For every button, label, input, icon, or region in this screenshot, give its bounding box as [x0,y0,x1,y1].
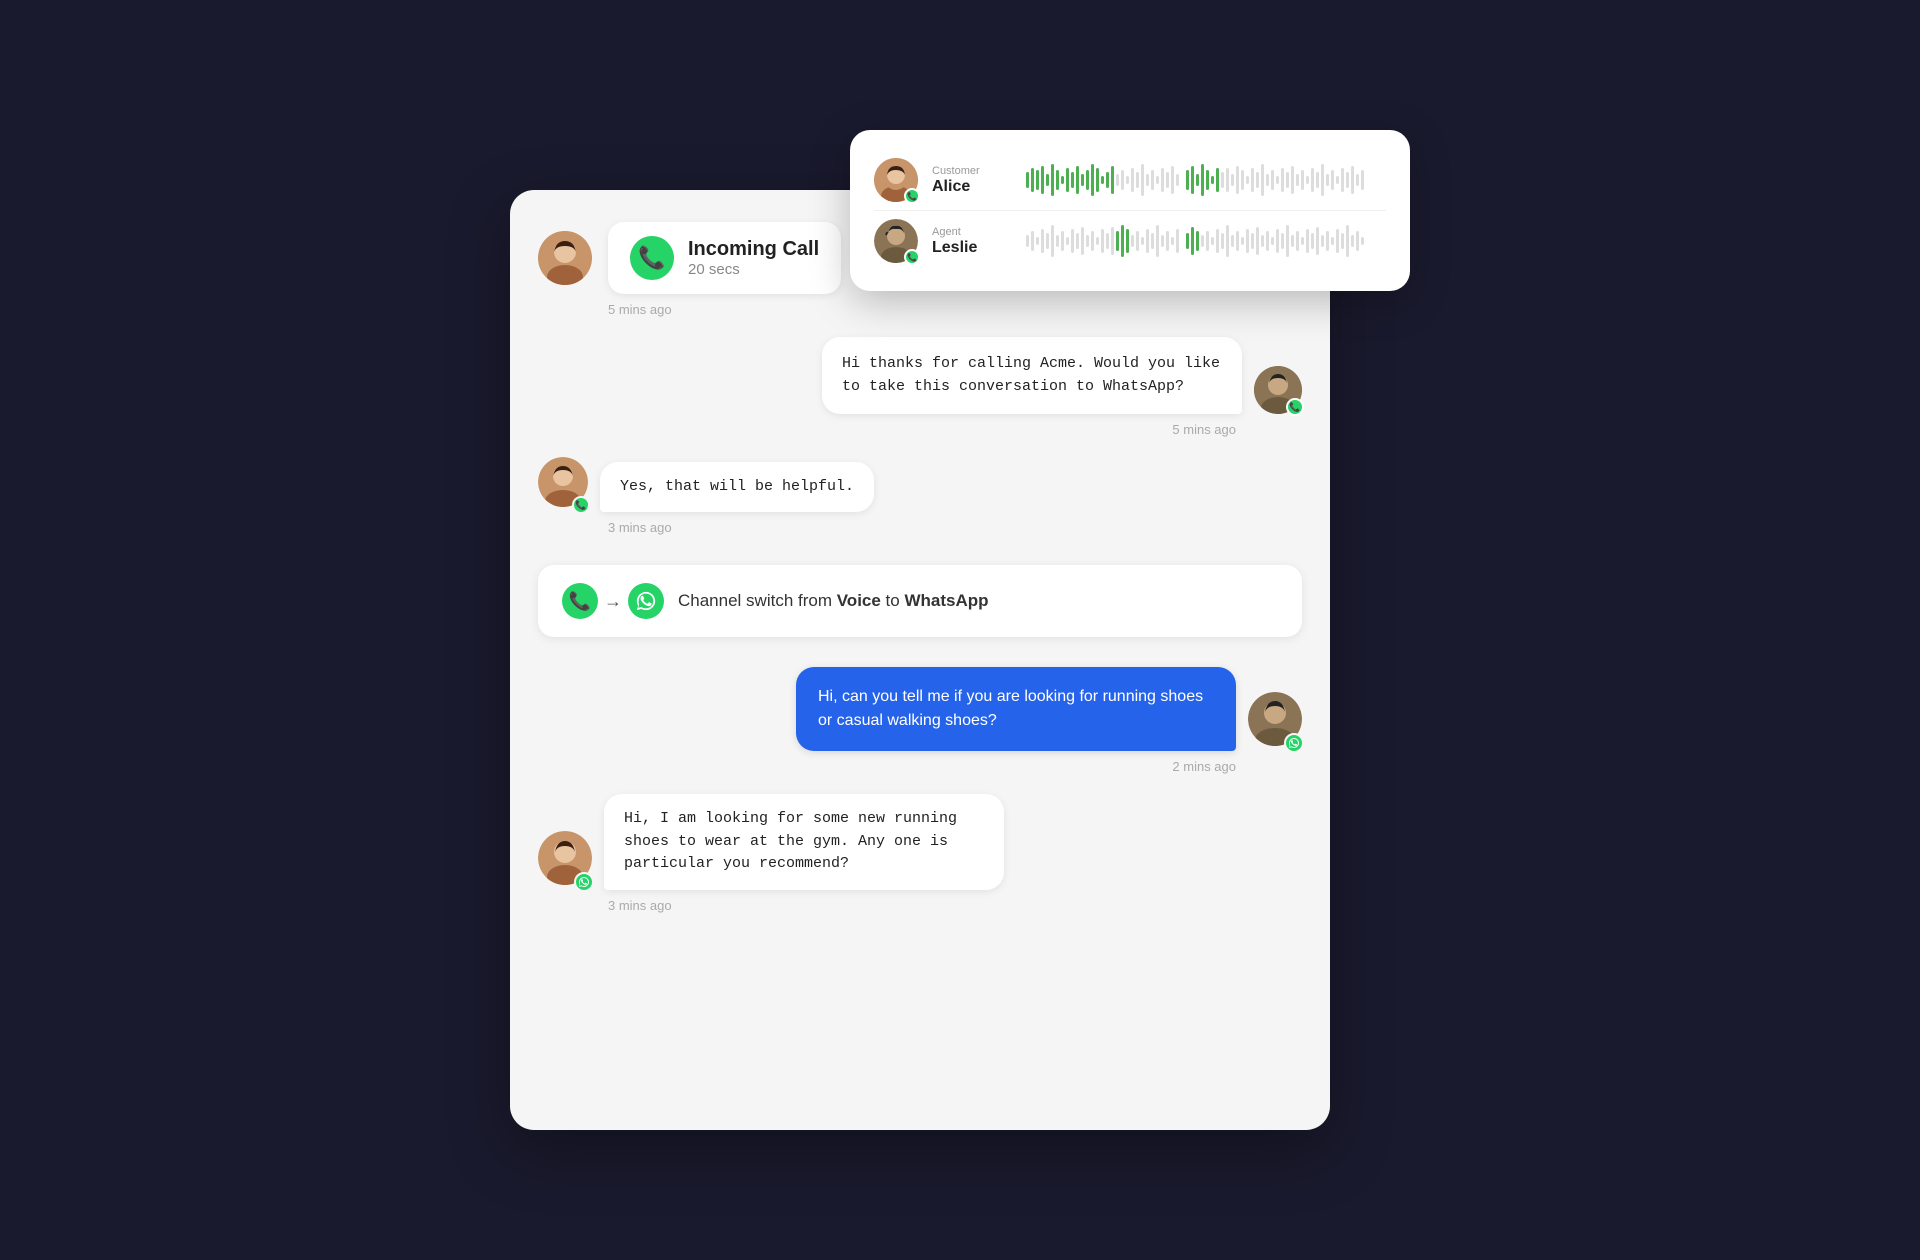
customer-wf-label: Customer [932,165,1012,177]
phone-icon: 📞 [630,236,674,280]
customer-text-2: Hi, I am looking for some new running sh… [624,810,957,872]
customer-timestamp-2: 3 mins ago [608,898,1302,913]
waveform-customer-row: 📞 Customer Alice [874,150,1386,210]
agent-phone-badge: 📞 [904,249,920,265]
agent-text-2: Hi, can you tell me if you are looking f… [818,688,1203,729]
call-title: Incoming Call [688,238,819,261]
call-text: Incoming Call 20 secs [688,238,819,278]
phone-symbol: 📞 [638,245,665,271]
agent-wf-label: Agent [932,226,1012,238]
call-duration: 20 secs [688,261,819,278]
waveform-agent-row: 📞 Agent Leslie [874,210,1386,271]
switch-arrow: → [604,591,622,612]
agent-wf-info: Agent Leslie [932,226,1012,257]
switch-from: Voice [837,591,881,610]
switch-to: WhatsApp [904,591,988,610]
caller-avatar [538,231,592,285]
agent-avatar-1: 📞 [1254,366,1302,414]
agent-bubble-1: Hi thanks for calling Acme. Would you li… [822,337,1242,414]
agent-whatsapp-badge-1: 📞 [1286,398,1304,416]
agent-wf-name: Leslie [932,239,1012,257]
phone-icon-symbol: 📞 [569,591,591,612]
switch-phone-icon: 📞 [562,583,598,619]
customer-avatar-2 [538,831,592,890]
customer-wf-name: Alice [932,178,1012,196]
customer-phone-badge: 📞 [904,188,920,204]
customer-bubble-2: Hi, I am looking for some new running sh… [604,794,1004,890]
agent-avatar-2 [1248,692,1302,751]
customer-avatar-wf: 📞 [874,158,918,202]
switch-text: Channel switch from Voice to WhatsApp [678,591,989,611]
customer-text-1: Yes, that will be helpful. [620,478,854,495]
customer-timestamp-1: 3 mins ago [608,520,1302,535]
agent-whatsapp-badge-2 [1284,733,1304,753]
customer-message-1: 📞 Yes, that will be helpful. [538,457,1302,512]
agent-bubble-2: Hi, can you tell me if you are looking f… [796,667,1236,751]
customer-bubble-1: Yes, that will be helpful. [600,462,874,513]
chat-card: 📞 Incoming Call 20 secs 5 mins ago Hi th… [510,190,1330,1130]
call-timestamp: 5 mins ago [608,302,1302,317]
customer-whatsapp-badge-1: 📞 [572,496,590,514]
customer-waveform [1026,160,1366,200]
customer-wf-info: Customer Alice [932,165,1012,196]
customer-whatsapp-badge-2 [574,872,594,892]
customer-message-2: Hi, I am looking for some new running sh… [538,794,1302,890]
customer-avatar-1: 📞 [538,457,588,512]
agent-avatar-wf: 📞 [874,219,918,263]
waveform-card: 📞 Customer Alice [850,130,1410,291]
agent-waveform [1026,221,1366,261]
agent-message-2: Hi, can you tell me if you are looking f… [538,667,1302,751]
call-bubble: 📞 Incoming Call 20 secs [608,222,841,294]
channel-switch-banner: 📞 → Channel switch from Voice to WhatsAp… [538,565,1302,637]
agent-timestamp-1: 5 mins ago [538,422,1236,437]
message-list: 📞 Incoming Call 20 secs 5 mins ago Hi th… [538,222,1302,933]
agent-timestamp-2: 2 mins ago [538,759,1236,774]
switch-whatsapp-icon [628,583,664,619]
agent-text-1: Hi thanks for calling Acme. Would you li… [842,355,1220,395]
switch-icons: 📞 → [562,583,664,619]
agent-message-1: Hi thanks for calling Acme. Would you li… [538,337,1302,414]
